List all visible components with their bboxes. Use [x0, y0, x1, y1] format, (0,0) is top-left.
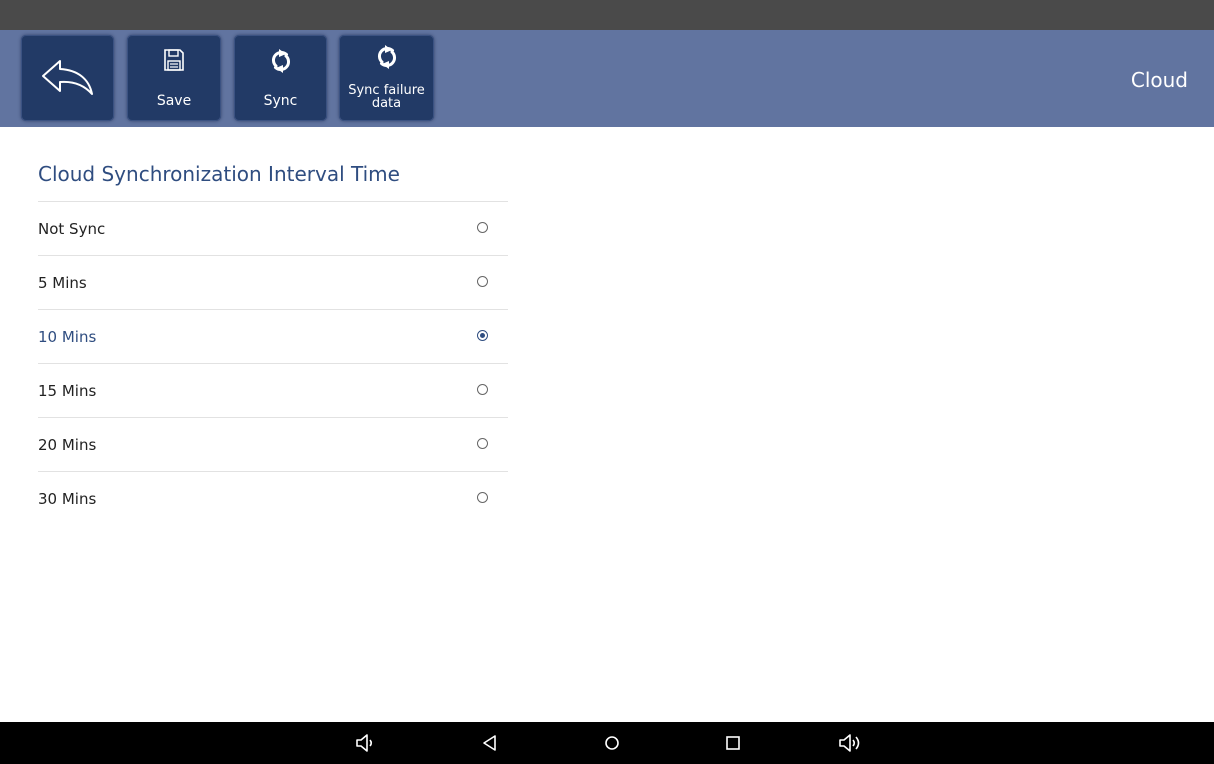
radio-button[interactable] — [477, 384, 488, 395]
volume-down-icon[interactable] — [355, 733, 377, 753]
option-label: 15 Mins — [38, 382, 97, 400]
navigation-bar — [0, 722, 1214, 764]
sync-failure-label-line2: data — [371, 96, 402, 111]
toolbar: Save Sync Sync failure data Cloud — [0, 30, 1214, 127]
radio-button[interactable] — [477, 330, 488, 341]
save-button[interactable]: Save — [127, 35, 221, 121]
option-label: 5 Mins — [38, 274, 87, 292]
option-label: 30 Mins — [38, 490, 97, 508]
option-label: Not Sync — [38, 220, 106, 238]
sync-label: Sync — [263, 93, 298, 109]
sync-icon — [377, 45, 396, 69]
radio-button[interactable] — [477, 438, 488, 449]
radio-button[interactable] — [477, 492, 488, 503]
recents-icon[interactable] — [724, 733, 742, 753]
option-label: 10 Mins — [38, 328, 97, 346]
home-icon[interactable] — [602, 733, 622, 753]
sync-failure-data-button[interactable]: Sync failure data — [339, 35, 434, 121]
option-20-mins[interactable]: 20 Mins — [38, 417, 508, 471]
option-10-mins[interactable]: 10 Mins — [38, 309, 508, 363]
interval-options-list: Not Sync 5 Mins 10 Mins 15 Mins 20 Mins … — [38, 201, 508, 525]
section-title: Cloud Synchronization Interval Time — [38, 162, 400, 186]
floppy-disk-icon — [164, 49, 184, 71]
page-title: Cloud — [1130, 68, 1188, 92]
option-label: 20 Mins — [38, 436, 97, 454]
status-bar — [0, 0, 1214, 30]
option-15-mins[interactable]: 15 Mins — [38, 363, 508, 417]
back-icon[interactable] — [481, 733, 499, 753]
save-label: Save — [156, 93, 192, 109]
back-button[interactable] — [21, 35, 114, 121]
option-not-sync[interactable]: Not Sync — [38, 201, 508, 255]
radio-button[interactable] — [477, 222, 488, 233]
radio-selected-dot — [480, 333, 485, 338]
radio-button[interactable] — [477, 276, 488, 287]
sync-icon — [271, 49, 290, 73]
volume-up-icon[interactable] — [838, 733, 866, 753]
option-5-mins[interactable]: 5 Mins — [38, 255, 508, 309]
back-arrow-icon — [41, 60, 93, 95]
sync-failure-data-label: Sync failure data — [339, 84, 434, 110]
option-30-mins[interactable]: 30 Mins — [38, 471, 508, 525]
sync-button[interactable]: Sync — [234, 35, 327, 121]
